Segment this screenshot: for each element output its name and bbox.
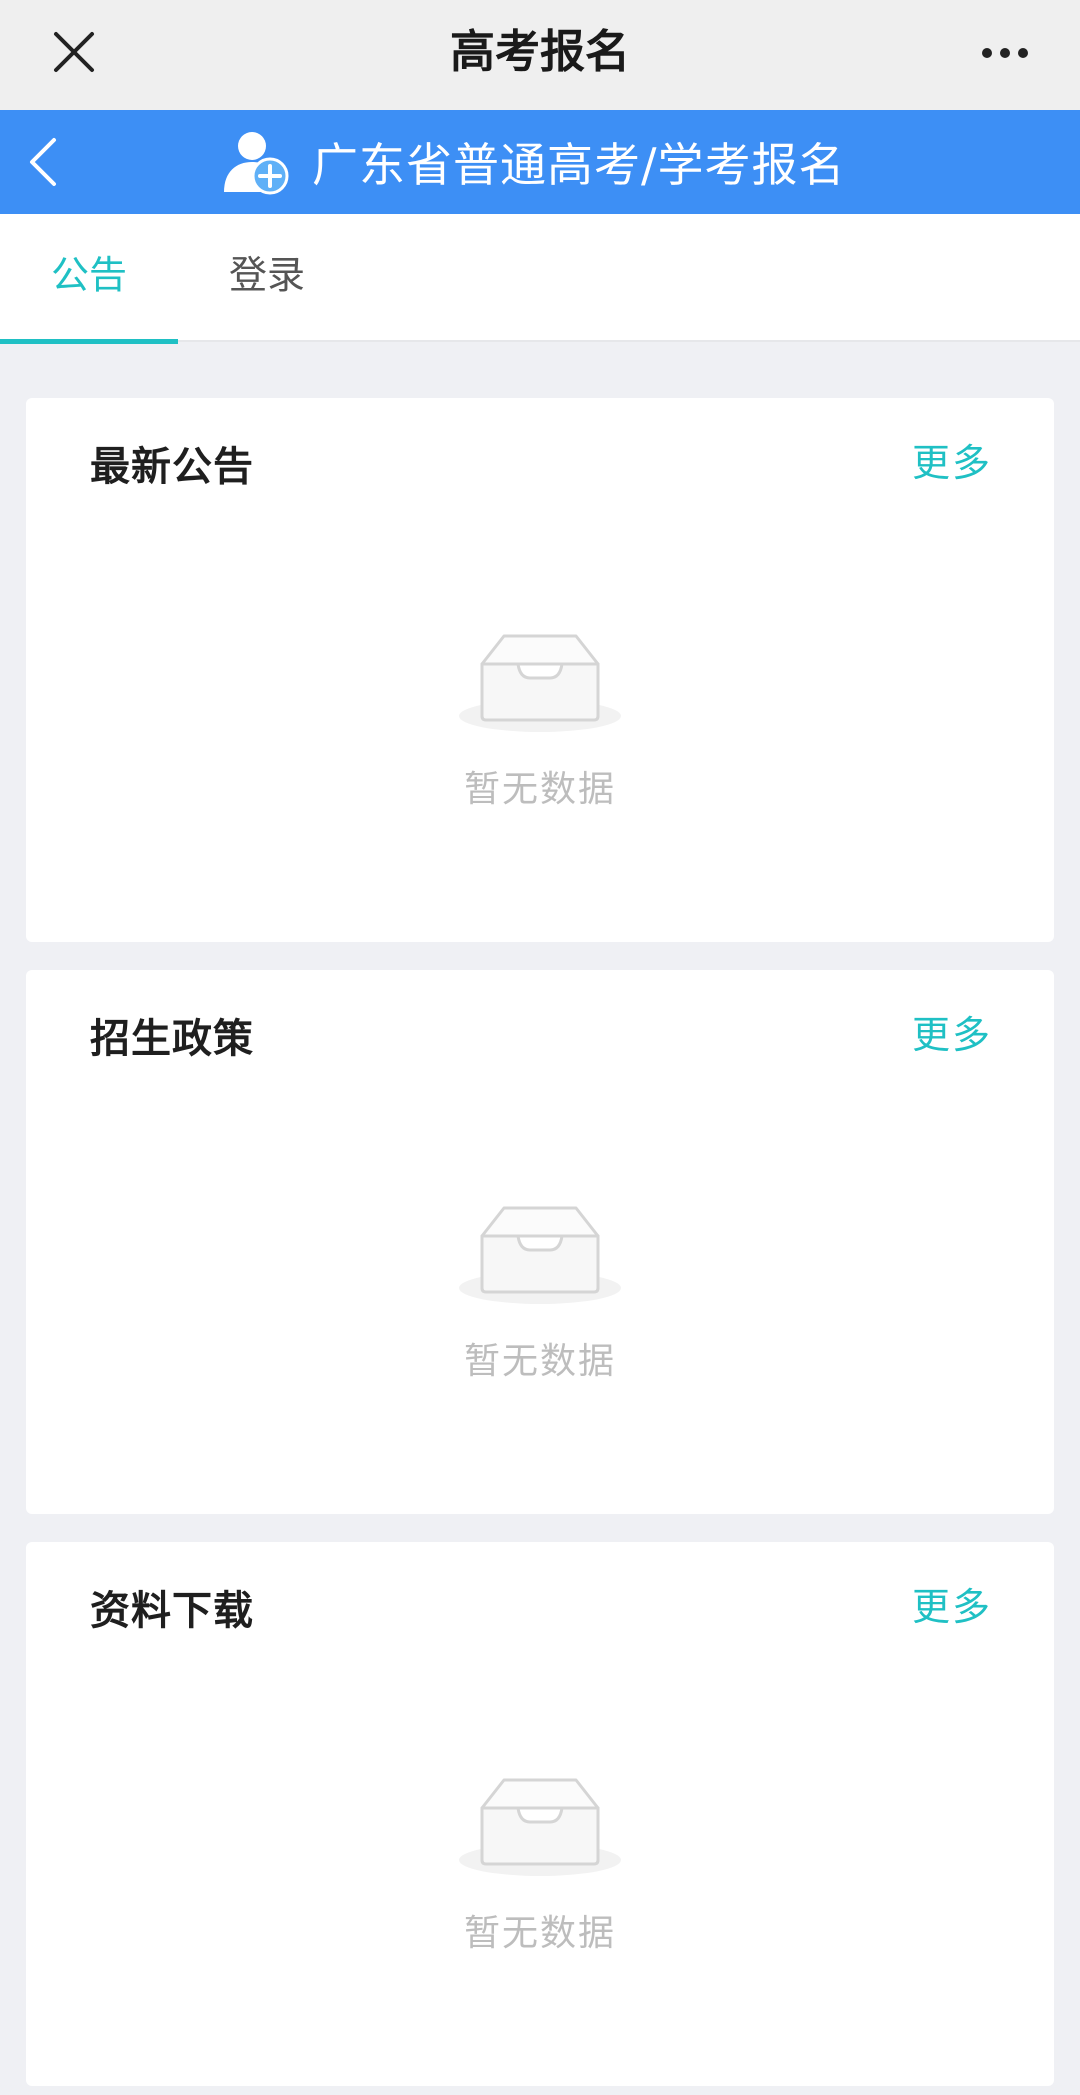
user-add-icon [224,132,289,195]
more-dot [1000,48,1010,58]
section-admission-policy: 招生政策 更多 暂无数据 [26,970,1054,1514]
more-dots-icon [982,48,992,58]
empty-inbox-icon [459,1778,621,1876]
close-icon [54,32,94,72]
empty-state: 暂无数据 [26,1774,1054,1974]
empty-state: 暂无数据 [26,1202,1054,1402]
back-button[interactable] [14,132,74,192]
more-link[interactable]: 更多 [912,1004,992,1059]
empty-inbox-icon [459,1206,621,1304]
more-link[interactable]: 更多 [912,1576,992,1631]
tab-login[interactable]: 登录 [178,214,356,342]
close-button[interactable] [44,22,104,82]
page-header: 广东省普通高考/学考报名 [0,110,1080,214]
section-title: 最新公告 [90,444,254,490]
empty-text: 暂无数据 [463,1341,616,1382]
title-bar: 高考报名 [0,0,1080,110]
header-brand: 广东省普通高考/学考报名 [222,128,846,196]
empty-text: 暂无数据 [463,769,616,810]
tab-bar: 公告 登录 [0,214,1080,344]
window-title: 高考报名 [449,25,630,78]
section-title: 资料下载 [90,1588,254,1634]
more-link[interactable]: 更多 [912,432,992,487]
more-options-button[interactable] [970,28,1040,78]
header-title: 广东省普通高考/学考报名 [312,138,846,192]
section-downloads: 资料下载 更多 暂无数据 [26,1542,1054,2086]
empty-state: 暂无数据 [26,630,1054,830]
more-dot [1018,48,1028,58]
chevron-left-icon [30,138,56,186]
section-latest-announcements: 最新公告 更多 暂无数据 [26,398,1054,942]
empty-inbox-icon [459,634,621,732]
tab-announcement[interactable]: 公告 [0,214,178,344]
section-title: 招生政策 [90,1016,254,1062]
empty-text: 暂无数据 [463,1913,616,1954]
